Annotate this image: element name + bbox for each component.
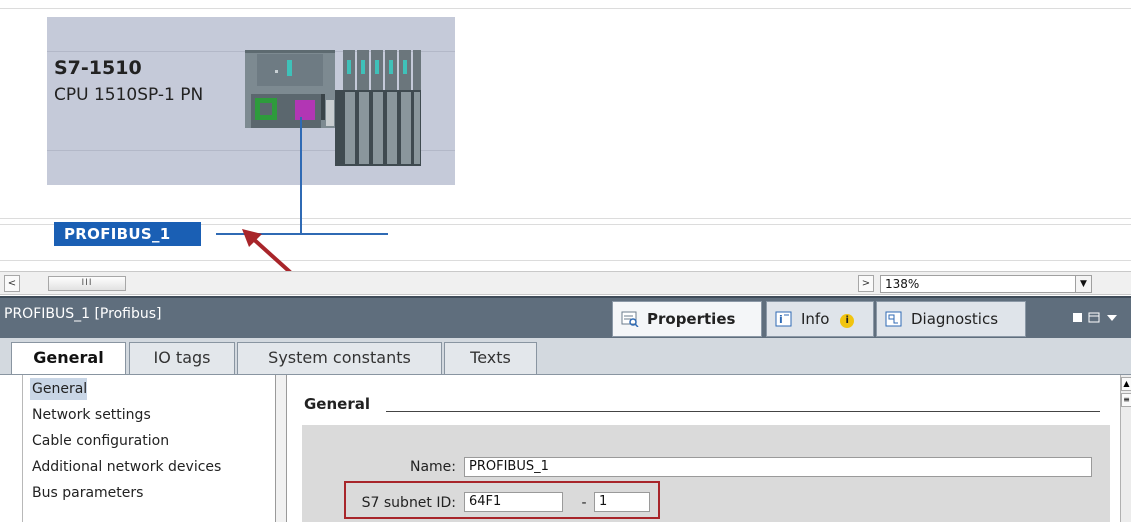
bus-connection-line[interactable] <box>300 117 302 234</box>
subtab-general[interactable]: General <box>11 342 126 375</box>
scroll-right-button[interactable]: > <box>858 275 874 292</box>
inspector-header: PROFIBUS_1 [Profibus] Properties i Info … <box>0 296 1131 338</box>
svg-text:i: i <box>779 313 783 326</box>
subtab-io-tags[interactable]: IO tags <box>129 342 235 374</box>
diagnostics-icon <box>885 311 902 327</box>
nav-item-general[interactable]: General <box>30 378 88 400</box>
cpu-hardware-icon <box>245 50 421 166</box>
tab-info-label: Info <box>801 310 830 328</box>
inspector-subtabs: General IO tags System constants Texts <box>0 338 1131 375</box>
nav-item-bus-parameters[interactable]: Bus parameters <box>30 482 143 504</box>
tab-properties-label: Properties <box>647 310 736 328</box>
grid-line <box>0 8 1131 9</box>
tia-portal-window: S7-1510 CPU 1510SP-1 PN PROFIBUS_1 < III… <box>0 0 1131 522</box>
properties-icon <box>621 311 639 327</box>
zoom-dropdown-icon[interactable]: ▼ <box>1075 276 1091 292</box>
tab-diagnostics[interactable]: Diagnostics <box>876 301 1026 337</box>
scroll-thumb[interactable]: III <box>48 276 126 291</box>
nav-item-cable-configuration[interactable]: Cable configuration <box>30 430 169 452</box>
inspector-title: PROFIBUS_1 [Profibus] <box>4 306 162 322</box>
subnet-id-highlight-box <box>344 481 660 519</box>
canvas-scrollbar[interactable]: < III > 138% ▼ <box>0 271 1131 295</box>
nav-item-additional-network-devices[interactable]: Additional network devices <box>30 456 221 478</box>
zoom-value: 138% <box>885 277 920 291</box>
nav-item-network-settings[interactable]: Network settings <box>30 404 151 426</box>
section-title: General <box>304 395 370 413</box>
scroll-left-button[interactable]: < <box>4 275 20 292</box>
name-field-label: Name: <box>409 459 456 475</box>
grid-line <box>0 260 1131 261</box>
device-name: S7-1510 <box>54 57 142 79</box>
profibus-subnet-label[interactable]: PROFIBUS_1 <box>54 222 201 246</box>
grid-line <box>0 218 1131 219</box>
scroll-thumb-icon[interactable]: ≡ <box>1121 393 1131 407</box>
tab-info[interactable]: i Info i <box>766 301 874 337</box>
section-divider <box>386 411 1100 412</box>
info-icon: i <box>775 311 792 327</box>
info-badge-icon: i <box>840 314 855 328</box>
scroll-up-icon[interactable]: ▲ <box>1121 377 1131 391</box>
nav-splitter[interactable] <box>275 375 287 522</box>
network-view-canvas[interactable]: S7-1510 CPU 1510SP-1 PN PROFIBUS_1 <box>0 0 1131 274</box>
tab-properties[interactable]: Properties <box>612 301 762 337</box>
cpu-device-box[interactable]: S7-1510 CPU 1510SP-1 PN <box>47 17 455 185</box>
nav-divider <box>22 375 23 522</box>
properties-nav: General Network settings Cable configura… <box>24 375 272 522</box>
subtab-texts[interactable]: Texts <box>444 342 537 374</box>
subtab-system-constants[interactable]: System constants <box>237 342 442 374</box>
content-scrollbar[interactable]: ▲ ≡ <box>1120 375 1131 522</box>
device-type: CPU 1510SP-1 PN <box>54 85 204 105</box>
tab-diagnostics-label: Diagnostics <box>911 310 999 328</box>
inspector-window-controls[interactable] <box>1071 311 1127 328</box>
panel-controls-icon[interactable] <box>1071 311 1127 325</box>
name-input[interactable]: PROFIBUS_1 <box>464 457 1092 477</box>
zoom-select[interactable]: 138% ▼ <box>880 275 1092 293</box>
